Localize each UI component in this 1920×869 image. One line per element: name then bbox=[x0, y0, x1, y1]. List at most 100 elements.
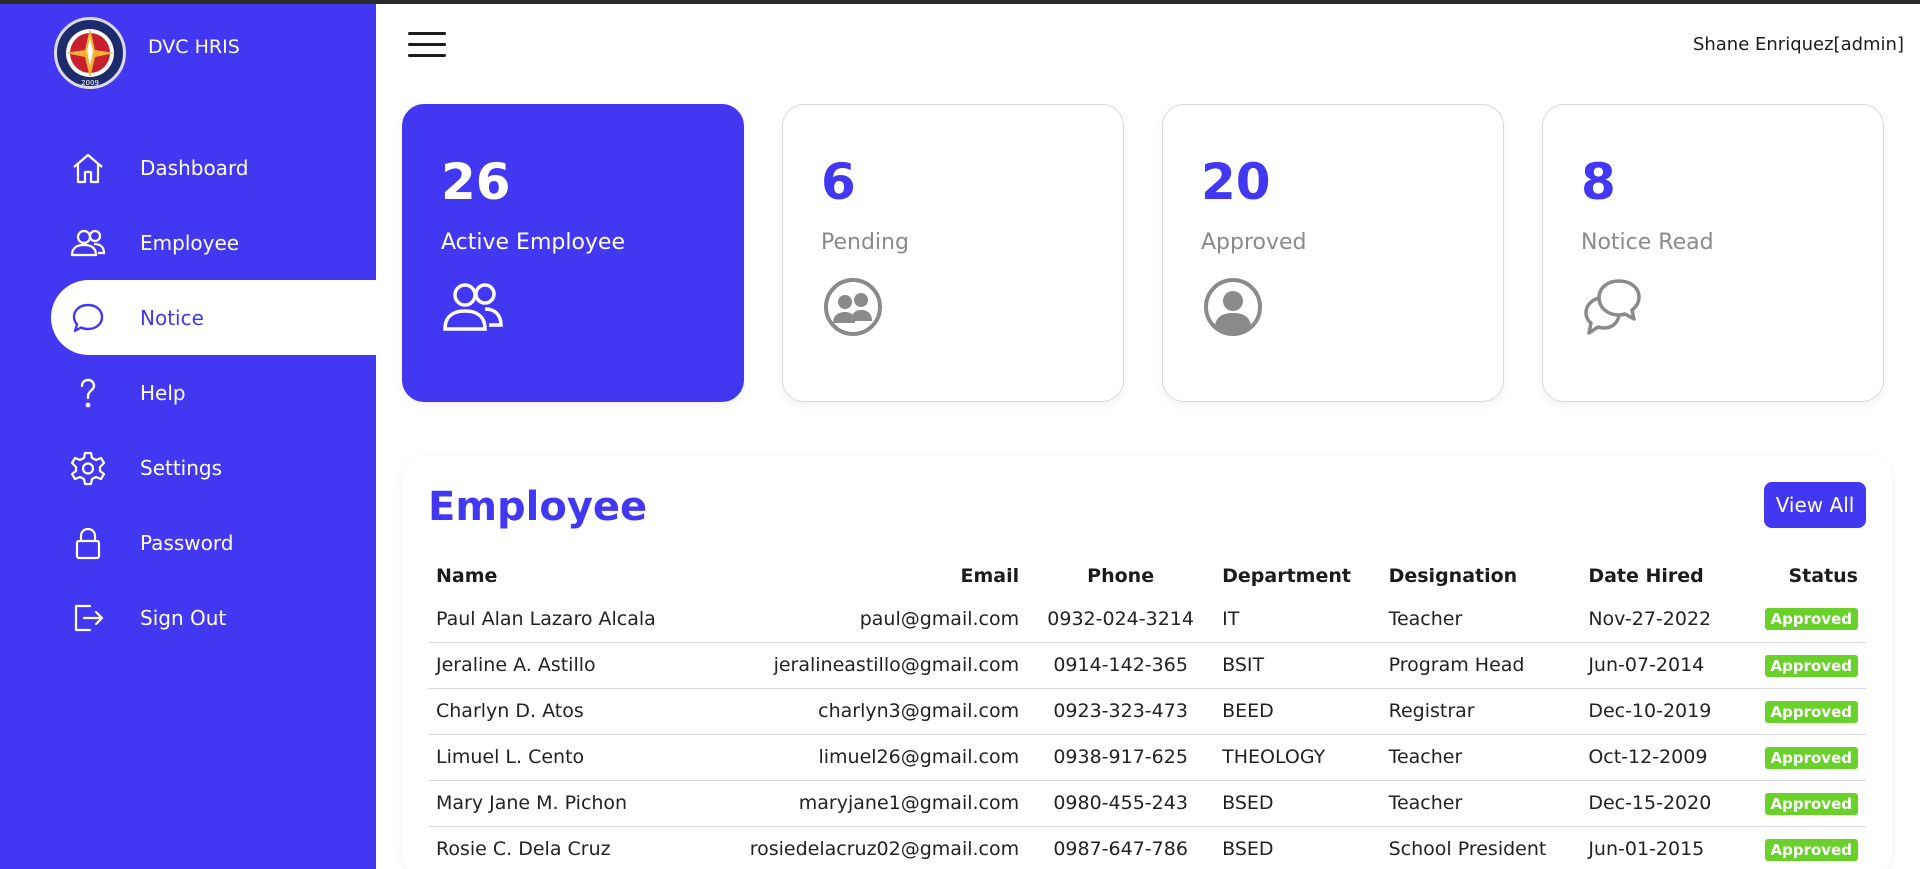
sidebar-item-label: Notice bbox=[140, 305, 204, 330]
cell-designation: Teacher bbox=[1380, 734, 1581, 781]
sidebar-item-label: Sign Out bbox=[140, 605, 227, 630]
stat-value: 8 bbox=[1581, 153, 1616, 211]
status-badge: Approved bbox=[1764, 838, 1858, 861]
cell-email: rosiedelacruz02@gmail.com bbox=[699, 826, 1028, 869]
sidebar-item-label: Employee bbox=[140, 230, 240, 255]
stat-card-notice-read[interactable]: 8 Notice Read bbox=[1542, 104, 1884, 402]
stat-value: 26 bbox=[441, 153, 511, 211]
cell-phone: 0932-024-3214 bbox=[1027, 596, 1215, 643]
sidebar: 2009 DVC HRIS Dashboard Employee Notice bbox=[0, 0, 376, 869]
cell-designation: Teacher bbox=[1380, 596, 1581, 643]
user-circle-icon bbox=[1204, 278, 1262, 336]
cell-date-hired: Dec-15-2020 bbox=[1580, 780, 1741, 827]
cell-email: maryjane1@gmail.com bbox=[699, 780, 1028, 827]
sidebar-item-help[interactable]: Help bbox=[0, 355, 376, 430]
cell-date-hired: Jun-01-2015 bbox=[1580, 826, 1741, 869]
column-header-email[interactable]: Email bbox=[699, 556, 1027, 596]
chat-bubbles-icon bbox=[1584, 279, 1641, 335]
cell-status: Approved bbox=[1740, 642, 1866, 689]
cell-phone: 0987-647-786 bbox=[1027, 826, 1215, 869]
employee-table: Name Email Phone Department Designation … bbox=[428, 556, 1866, 869]
cell-designation: School President bbox=[1380, 826, 1581, 869]
svg-text:2009: 2009 bbox=[81, 79, 99, 87]
stat-label: Active Employee bbox=[441, 230, 626, 255]
sidebar-item-password[interactable]: Password bbox=[0, 505, 376, 580]
users-icon bbox=[70, 229, 106, 257]
status-badge: Approved bbox=[1764, 792, 1858, 815]
stat-cards: 26 Active Employee 6 Pending 20 Approved bbox=[402, 104, 1884, 402]
table-row[interactable]: Limuel L. Cento limuel26@gmail.com 0938-… bbox=[428, 734, 1866, 781]
brand[interactable]: 2009 DVC HRIS bbox=[54, 17, 240, 89]
cell-date-hired: Nov-27-2022 bbox=[1580, 596, 1741, 643]
cell-designation: Teacher bbox=[1380, 780, 1581, 827]
section-title: Employee bbox=[428, 484, 648, 530]
cell-phone: 0938-917-625 bbox=[1027, 734, 1215, 781]
cell-email: limuel26@gmail.com bbox=[699, 734, 1028, 781]
cell-department: BSED bbox=[1214, 780, 1381, 827]
cell-date-hired: Oct-12-2009 bbox=[1580, 734, 1741, 781]
stat-card-active-employee[interactable]: 26 Active Employee bbox=[402, 104, 744, 402]
cell-status: Approved bbox=[1740, 688, 1866, 735]
status-badge: Approved bbox=[1764, 608, 1858, 631]
view-all-button[interactable]: View All bbox=[1764, 482, 1866, 528]
cell-name: Charlyn D. Atos bbox=[428, 688, 700, 735]
users-icon bbox=[443, 283, 503, 331]
cell-name: Rosie C. Dela Cruz bbox=[428, 826, 700, 869]
status-badge: Approved bbox=[1764, 654, 1858, 677]
cell-name: Paul Alan Lazaro Alcala bbox=[428, 596, 700, 643]
cell-date-hired: Dec-10-2019 bbox=[1580, 688, 1741, 735]
sidebar-item-label: Password bbox=[140, 530, 234, 555]
cell-status: Approved bbox=[1740, 826, 1866, 869]
cell-status: Approved bbox=[1740, 734, 1866, 781]
college-logo: 2009 bbox=[54, 17, 126, 89]
table-row[interactable]: Jeraline A. Astillo jeralineastillo@gmai… bbox=[428, 642, 1866, 689]
sidebar-item-settings[interactable]: Settings bbox=[0, 430, 376, 505]
column-header-name[interactable]: Name bbox=[428, 556, 699, 596]
cell-name: Jeraline A. Astillo bbox=[428, 642, 700, 689]
sidebar-item-label: Help bbox=[140, 380, 186, 405]
column-header-date-hired[interactable]: Date Hired bbox=[1580, 556, 1740, 596]
sidebar-item-sign-out[interactable]: Sign Out bbox=[0, 580, 376, 655]
question-icon bbox=[80, 378, 96, 408]
stat-card-pending[interactable]: 6 Pending bbox=[782, 104, 1124, 402]
table-row[interactable]: Rosie C. Dela Cruz rosiedelacruz02@gmail… bbox=[428, 826, 1866, 869]
cell-department: BSIT bbox=[1214, 642, 1381, 689]
cell-email: charlyn3@gmail.com bbox=[699, 688, 1028, 735]
sidebar-item-notice[interactable]: Notice bbox=[51, 280, 376, 355]
cell-email: paul@gmail.com bbox=[699, 596, 1028, 643]
sidebar-nav: Dashboard Employee Notice Help Settings … bbox=[0, 130, 376, 655]
stat-value: 20 bbox=[1201, 153, 1271, 211]
stat-label: Approved bbox=[1201, 230, 1307, 255]
chat-icon bbox=[72, 303, 104, 333]
cell-status: Approved bbox=[1740, 596, 1866, 643]
column-header-status[interactable]: Status bbox=[1740, 556, 1866, 596]
sidebar-item-employee[interactable]: Employee bbox=[0, 205, 376, 280]
table-row[interactable]: Mary Jane M. Pichon maryjane1@gmail.com … bbox=[428, 780, 1866, 827]
current-user[interactable]: Shane Enriquez[admin] bbox=[1693, 34, 1904, 55]
column-header-designation[interactable]: Designation bbox=[1381, 556, 1581, 596]
column-header-department[interactable]: Department bbox=[1214, 556, 1380, 596]
sidebar-item-label: Settings bbox=[140, 455, 223, 480]
cell-designation: Registrar bbox=[1380, 688, 1581, 735]
cell-email: jeralineastillo@gmail.com bbox=[699, 642, 1028, 689]
home-icon bbox=[73, 153, 103, 184]
cell-name: Mary Jane M. Pichon bbox=[428, 780, 700, 827]
sidebar-item-dashboard[interactable]: Dashboard bbox=[0, 130, 376, 205]
cell-department: THEOLOGY bbox=[1214, 734, 1381, 781]
lock-icon bbox=[75, 527, 101, 560]
sidebar-item-label: Dashboard bbox=[140, 155, 249, 180]
gear-icon bbox=[70, 451, 106, 486]
stat-value: 6 bbox=[821, 153, 856, 211]
table-row[interactable]: Charlyn D. Atos charlyn3@gmail.com 0923-… bbox=[428, 688, 1866, 735]
column-header-phone[interactable]: Phone bbox=[1027, 556, 1214, 596]
table-row[interactable]: Paul Alan Lazaro Alcala paul@gmail.com 0… bbox=[428, 596, 1866, 643]
stat-label: Pending bbox=[821, 230, 909, 255]
stat-label: Notice Read bbox=[1581, 230, 1714, 255]
stat-card-approved[interactable]: 20 Approved bbox=[1162, 104, 1504, 402]
cell-phone: 0914-142-365 bbox=[1027, 642, 1215, 689]
employee-panel: Employee View All Name Email Phone Depar… bbox=[402, 456, 1892, 869]
main-content: Shane Enriquez[admin] 26 Active Employee… bbox=[376, 4, 1920, 869]
menu-toggle-icon[interactable] bbox=[408, 32, 446, 60]
app-name: DVC HRIS bbox=[148, 36, 240, 58]
cell-phone: 0923-323-473 bbox=[1027, 688, 1215, 735]
